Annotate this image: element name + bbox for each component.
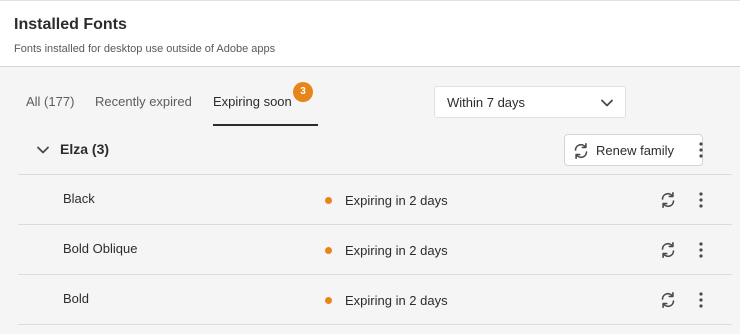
font-family-name: Elza (3) [60, 141, 110, 157]
status-dot-icon [325, 247, 332, 254]
status-dot-icon [325, 197, 332, 204]
page-header: Installed Fonts Fonts installed for desk… [0, 0, 740, 67]
expiry-filter-value: Within 7 days [447, 95, 526, 110]
font-family-row: Elza (3) Renew family [18, 126, 732, 175]
renew-family-label: Renew family [596, 143, 675, 158]
sync-icon [574, 142, 588, 160]
expiry-filter-dropdown[interactable]: Within 7 days [434, 86, 626, 118]
font-style-name: Bold [63, 291, 90, 306]
expiry-status: Expiring in 2 days [345, 293, 448, 308]
tab-recently-expired[interactable]: Recently expired [95, 94, 192, 109]
more-vertical-icon[interactable] [693, 139, 709, 161]
renew-family-button[interactable]: Renew family [564, 134, 703, 166]
collapse-chevron-icon[interactable] [36, 143, 50, 157]
page-subtitle: Fonts installed for desktop use outside … [14, 43, 276, 55]
tab-expiring-soon[interactable]: Expiring soon [213, 94, 292, 109]
sync-icon[interactable] [659, 191, 677, 209]
status-dot-icon [325, 297, 332, 304]
sync-icon[interactable] [659, 291, 677, 309]
expiring-count-badge: 3 [293, 82, 313, 102]
expiry-status: Expiring in 2 days [345, 193, 448, 208]
more-vertical-icon[interactable] [693, 239, 709, 261]
font-row: Bold Oblique Expiring in 2 days [18, 225, 732, 275]
font-row: Bold Expiring in 2 days [18, 275, 732, 325]
more-vertical-icon[interactable] [693, 289, 709, 311]
font-style-name: Bold Oblique [63, 241, 138, 256]
font-row: Black Expiring in 2 days [18, 175, 732, 225]
more-vertical-icon[interactable] [693, 189, 709, 211]
chevron-down-icon [601, 99, 613, 107]
page-title: Installed Fonts [14, 16, 127, 33]
font-style-name: Black [63, 191, 95, 206]
sync-icon[interactable] [659, 241, 677, 259]
expiry-status: Expiring in 2 days [345, 243, 448, 258]
tab-bar: All (177) Recently expired Expiring soon… [0, 68, 740, 128]
tab-all[interactable]: All (177) [26, 94, 74, 109]
